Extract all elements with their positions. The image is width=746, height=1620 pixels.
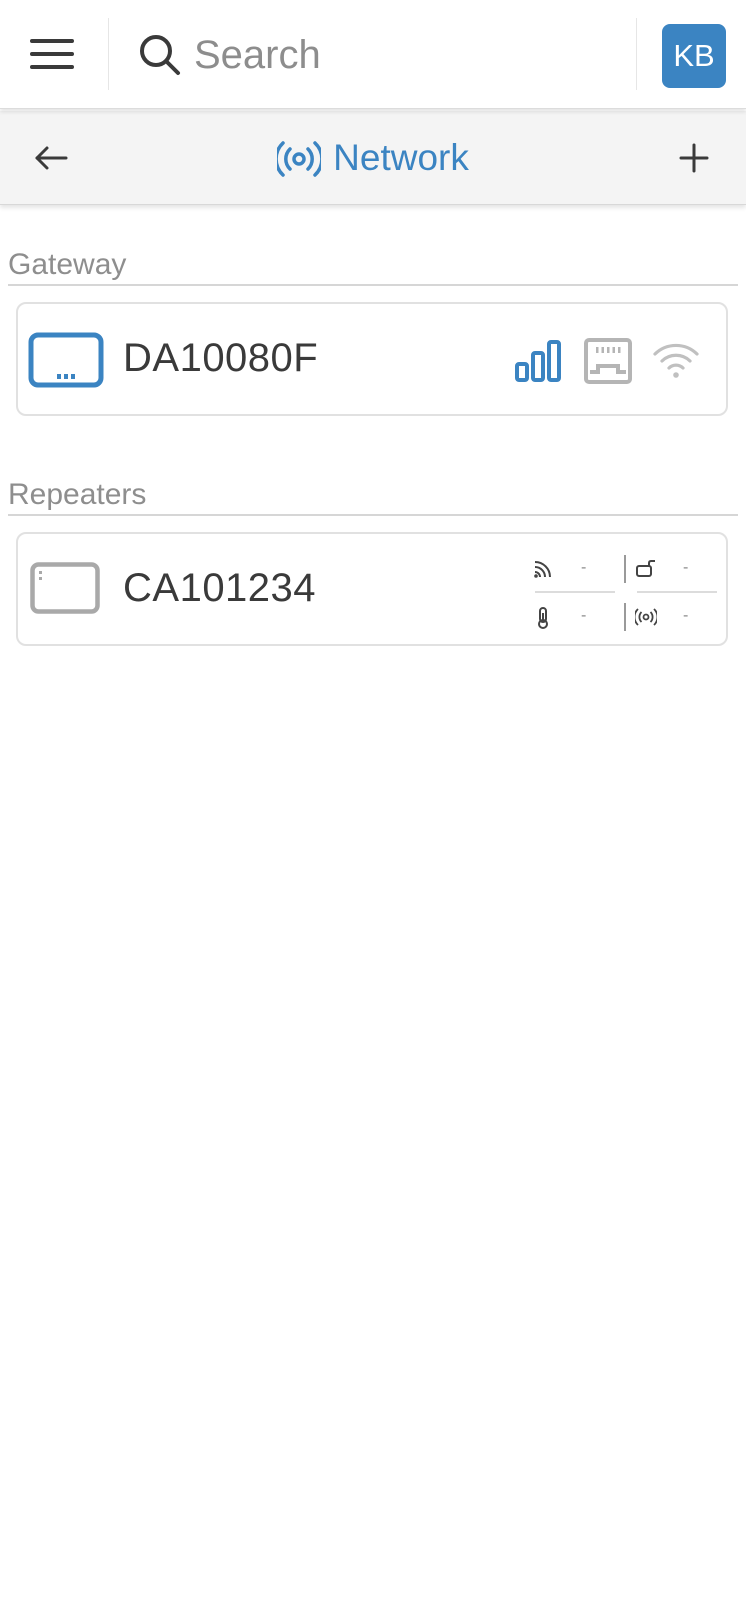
wifi-icon	[653, 343, 699, 378]
repeater-stat-rf-value: -	[581, 559, 587, 576]
page-title-group: Network	[0, 111, 746, 204]
section-divider	[8, 514, 738, 516]
search-bar[interactable]	[128, 18, 628, 90]
section-label-gateway: Gateway	[8, 248, 127, 281]
user-avatar[interactable]: KB	[662, 24, 726, 88]
hamburger-menu-icon	[30, 39, 74, 69]
repeater-stat-broadcast: -	[635, 597, 715, 637]
repeater-device-name: CA101234	[123, 566, 317, 610]
section-divider	[8, 284, 738, 286]
broadcast-icon	[635, 608, 657, 626]
repeater-stat-power: -	[635, 549, 715, 589]
battery-plug-icon	[636, 560, 655, 577]
page-title: Network	[333, 136, 469, 178]
arrow-left-icon	[35, 146, 68, 170]
stats-divider	[624, 555, 626, 583]
repeater-stat-temperature-value: -	[581, 607, 587, 624]
gateway-device-name: DA10080F	[123, 336, 319, 380]
repeater-stat-temperature: -	[533, 597, 613, 637]
back-button[interactable]	[26, 133, 78, 183]
repeater-card[interactable]: CA101234 - - - -	[16, 532, 728, 646]
thermometer-icon	[538, 607, 548, 629]
topbar-divider	[108, 18, 109, 90]
repeater-stats-grid: - - - -	[533, 549, 723, 633]
ethernet-port-icon	[584, 338, 632, 384]
broadcast-icon	[277, 140, 322, 177]
gateway-card[interactable]: DA10080F	[16, 302, 728, 416]
signal-bars-icon	[515, 340, 561, 382]
add-button[interactable]	[670, 133, 720, 183]
repeater-stat-power-value: -	[683, 559, 689, 576]
topbar-divider	[636, 18, 637, 90]
rf-signal-icon	[534, 561, 551, 578]
page-header: Network	[0, 111, 746, 205]
stats-divider	[535, 591, 615, 593]
plus-icon	[679, 143, 709, 173]
menu-button[interactable]	[22, 24, 84, 84]
stats-divider	[624, 603, 626, 631]
stats-divider	[637, 591, 717, 593]
gateway-device-icon	[28, 332, 104, 388]
repeater-device-icon	[30, 562, 100, 614]
repeater-stat-rf: -	[533, 549, 613, 589]
top-bar: KB	[0, 0, 746, 109]
search-icon	[140, 35, 180, 75]
search-input[interactable]	[192, 26, 616, 84]
section-label-repeaters: Repeaters	[8, 478, 147, 511]
repeater-stat-broadcast-value: -	[683, 607, 689, 624]
